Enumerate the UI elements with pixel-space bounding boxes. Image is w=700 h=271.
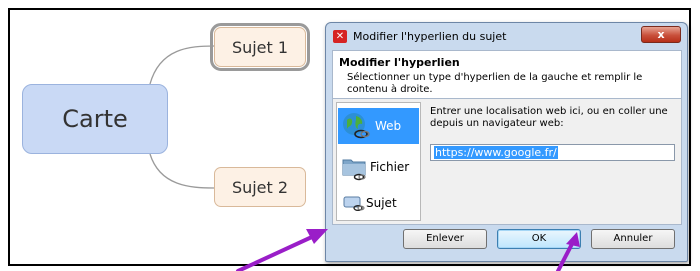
topic-link-icon xyxy=(343,196,365,211)
hyperlink-dialog: ✕ Modifier l'hyperlien du sujet x Modifi… xyxy=(325,22,688,262)
header-description: Sélectionner un type d'hyperlien de la g… xyxy=(347,72,643,95)
remove-button[interactable]: Enlever xyxy=(403,229,487,249)
url-instruction: Entrer une localisation web ici, ou en c… xyxy=(430,106,668,129)
url-input[interactable]: https://www.google.fr/ xyxy=(430,144,675,161)
app-icon: ✕ xyxy=(333,30,347,43)
type-label-web: Web xyxy=(375,119,402,133)
dialog-title: Modifier l'hyperlien du sujet xyxy=(353,30,507,43)
dialog-body: Web Fichier Sujet Entrer une localisatio… xyxy=(332,98,682,225)
type-item-sujet[interactable]: Sujet xyxy=(338,190,419,216)
cancel-button[interactable]: Annuler xyxy=(591,229,675,249)
central-topic[interactable]: Carte xyxy=(22,84,168,154)
ok-button[interactable]: OK xyxy=(497,229,581,249)
dialog-titlebar[interactable]: ✕ Modifier l'hyperlien du sujet x xyxy=(326,23,687,50)
type-label-fichier: Fichier xyxy=(370,160,410,174)
url-value: https://www.google.fr/ xyxy=(434,146,558,159)
topic-sujet-1[interactable]: Sujet 1 xyxy=(210,23,310,71)
header-title: Modifier l'hyperlien xyxy=(339,56,460,69)
type-item-web[interactable]: Web xyxy=(338,108,419,144)
folder-link-icon xyxy=(342,159,366,181)
type-item-fichier[interactable]: Fichier xyxy=(338,149,419,185)
close-button[interactable]: x xyxy=(641,26,681,43)
link-type-list: Web Fichier Sujet xyxy=(336,102,421,221)
dialog-header: Modifier l'hyperlien Sélectionner un typ… xyxy=(332,50,682,98)
topic-sujet-2[interactable]: Sujet 2 xyxy=(214,167,306,207)
type-label-sujet: Sujet xyxy=(366,196,397,210)
globe-link-icon xyxy=(343,113,370,139)
